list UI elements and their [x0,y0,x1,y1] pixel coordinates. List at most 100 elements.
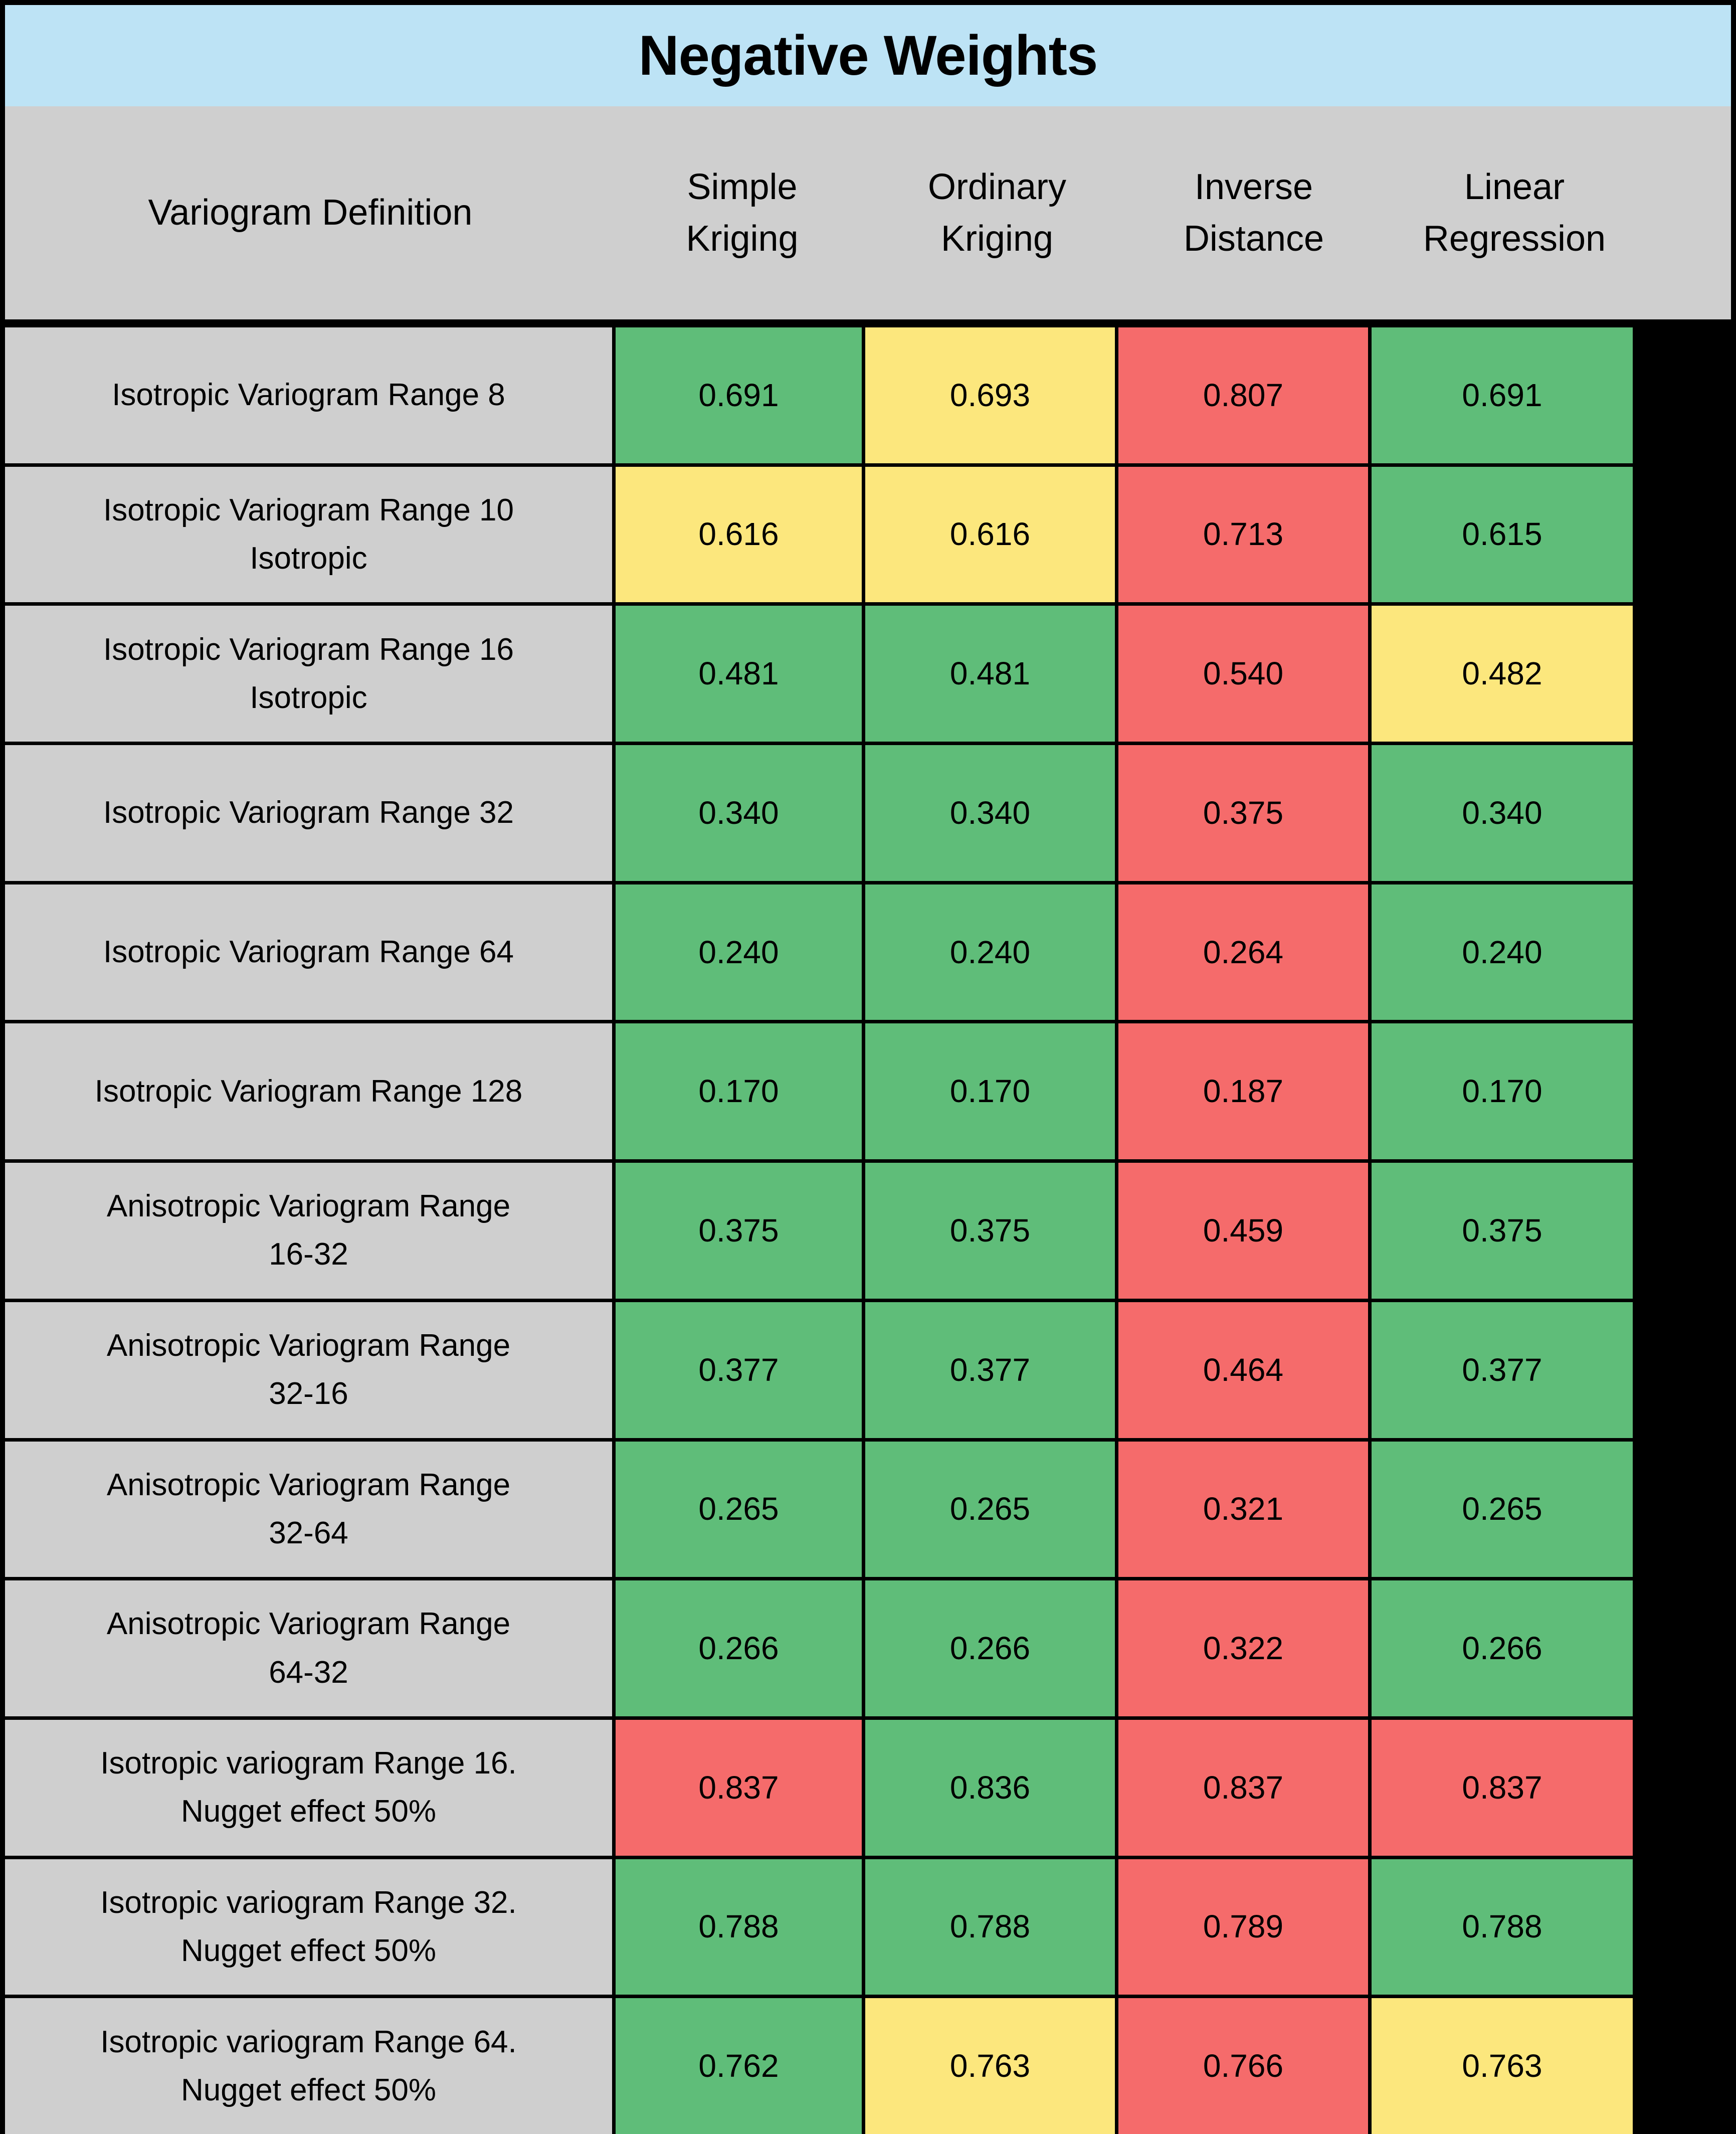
header-line-1: Linear [1464,167,1565,208]
value-cell: 0.691 [616,327,865,463]
table-row: Isotropic variogram Range 32. Nugget effe… [5,1859,1731,1995]
row-label: Isotropic Variogram Range 64 [103,928,514,976]
column-header-ordinary-kriging: Ordinary Kriging [869,106,1125,319]
header-line-2: Distance [1183,218,1324,259]
value-cell: 0.265 [865,1441,1118,1577]
value-cell: 0.540 [1118,606,1372,742]
value-cell: 0.691 [1372,327,1633,463]
value-cell: 0.375 [1118,745,1372,881]
value-cell: 0.616 [616,466,865,603]
row-label-cell: Isotropic Variogram Range 32 [5,745,616,881]
value-cell: 0.788 [616,1859,865,1995]
row-label: Isotropic variogram Range 32. Nugget effe… [100,1879,517,1975]
table-row: Isotropic Variogram Range 8 0.691 0.693 0.8… [5,327,1731,463]
row-label-line-2: 16-32 [269,1237,348,1272]
value-cell: 0.837 [1118,1719,1372,1856]
column-header-label: Variogram Definition [148,193,473,233]
value-cell: 0.464 [1118,1302,1372,1438]
value-cell: 0.766 [1118,1998,1372,2134]
value-cell: 0.375 [1372,1163,1633,1299]
row-label-cell: Anisotropic Variogram Range 16-32 [5,1163,616,1299]
row-label: Anisotropic Variogram Range 16-32 [107,1182,510,1279]
row-label-cell: Isotropic Variogram Range 16 Isotropic [5,606,616,742]
value-cell: 0.266 [616,1580,865,1716]
header-line-2: Kriging [686,218,799,259]
row-divider [5,1159,1731,1163]
row-label-line-2: 32-16 [269,1376,348,1411]
value-cell: 0.240 [865,884,1118,1020]
row-divider [5,742,1731,746]
row-label: Isotropic Variogram Range 10 Isotropic [103,486,514,583]
value-cell: 0.375 [865,1163,1118,1299]
row-label-line-2: 64-32 [269,1655,348,1690]
value-cell: 0.762 [616,1998,865,2134]
header-line-1: Inverse [1194,167,1313,208]
value-cell: 0.264 [1118,884,1372,1020]
table-row: Isotropic variogram Range 16. Nugget effe… [5,1719,1731,1856]
value-cell: 0.377 [616,1302,865,1438]
row-divider [5,1716,1731,1720]
row-label-line-1: Isotropic variogram Range 32. [100,1885,517,1920]
table-row: Anisotropic Variogram Range 64-32 0.266 0.2… [5,1580,1731,1716]
row-label-cell: Anisotropic Variogram Range 32-16 [5,1302,616,1438]
header-line-1: Simple [687,167,798,208]
value-cell: 0.187 [1118,1023,1372,1160]
header-body-divider [0,319,1736,327]
row-label-cell: Isotropic variogram Range 64. Nugget effe… [5,1998,616,2134]
value-cell: 0.763 [1372,1998,1633,2134]
row-divider [5,1438,1731,1442]
value-cell: 0.377 [1372,1302,1633,1438]
row-label-line-2: Isotropic [250,680,367,715]
row-label-line-1: Isotropic Variogram Range 32 [103,795,514,830]
header-line-1: Ordinary [927,167,1067,208]
row-label-cell: Isotropic Variogram Range 10 Isotropic [5,466,616,603]
value-cell: 0.321 [1118,1441,1372,1577]
column-header-linear-regression: Linear Regression [1382,106,1647,319]
row-divider [5,1995,1731,1999]
value-cell: 0.240 [1372,884,1633,1020]
row-label: Isotropic Variogram Range 16 Isotropic [103,626,514,722]
row-divider [5,880,1731,884]
column-header-variogram-definition: Variogram Definition [5,106,616,319]
row-label-line-1: Anisotropic Variogram Range [106,1467,511,1502]
header-line-2: Kriging [940,218,1054,259]
row-label-line-1: Anisotropic Variogram Range [106,1328,511,1363]
row-label: Isotropic Variogram Range 128 [95,1068,523,1116]
row-label-line-1: Anisotropic Variogram Range [106,1607,511,1642]
value-cell: 0.170 [1372,1023,1633,1160]
value-cell: 0.788 [1372,1859,1633,1995]
value-cell: 0.240 [616,884,865,1020]
value-cell: 0.693 [865,327,1118,463]
row-label-line-2: Nugget effect 50% [181,2072,436,2107]
value-cell: 0.265 [616,1441,865,1577]
row-label-line-1: Isotropic Variogram Range 16 [103,632,514,667]
row-label: Anisotropic Variogram Range 32-16 [107,1322,510,1418]
value-cell: 0.837 [1372,1719,1633,1856]
row-label-line-1: Isotropic variogram Range 64. [100,2024,517,2059]
row-divider [5,1577,1731,1581]
row-label: Isotropic Variogram Range 8 [112,371,505,419]
value-cell: 0.789 [1118,1859,1372,1995]
row-label: Isotropic Variogram Range 32 [103,789,514,837]
value-cell: 0.340 [865,745,1118,881]
column-header-label: Simple Kriging [686,161,798,264]
row-label-line-2: Isotropic [250,541,367,576]
table-row: Isotropic Variogram Range 10 Isotropic 0.6… [5,466,1731,603]
value-cell: 0.170 [616,1023,865,1160]
value-cell: 0.322 [1118,1580,1372,1716]
row-label: Anisotropic Variogram Range 64-32 [107,1600,510,1696]
column-header-label: Linear Regression [1423,161,1606,264]
column-header-label: Inverse Distance [1184,161,1324,264]
value-cell: 0.788 [865,1859,1118,1995]
row-label-cell: Anisotropic Variogram Range 64-32 [5,1580,616,1716]
value-cell: 0.265 [1372,1441,1633,1577]
row-label-cell: Isotropic Variogram Range 128 [5,1023,616,1160]
row-divider [5,1020,1731,1024]
value-cell: 0.481 [616,606,865,742]
table-row: Anisotropic Variogram Range 16-32 0.375 0.3… [5,1163,1731,1299]
value-cell: 0.377 [865,1302,1118,1438]
table-row: Anisotropic Variogram Range 32-64 0.265 0.2… [5,1441,1731,1577]
value-cell: 0.459 [1118,1163,1372,1299]
row-label-line-1: Isotropic Variogram Range 128 [94,1074,523,1109]
column-header-label: Ordinary Kriging [928,161,1066,264]
